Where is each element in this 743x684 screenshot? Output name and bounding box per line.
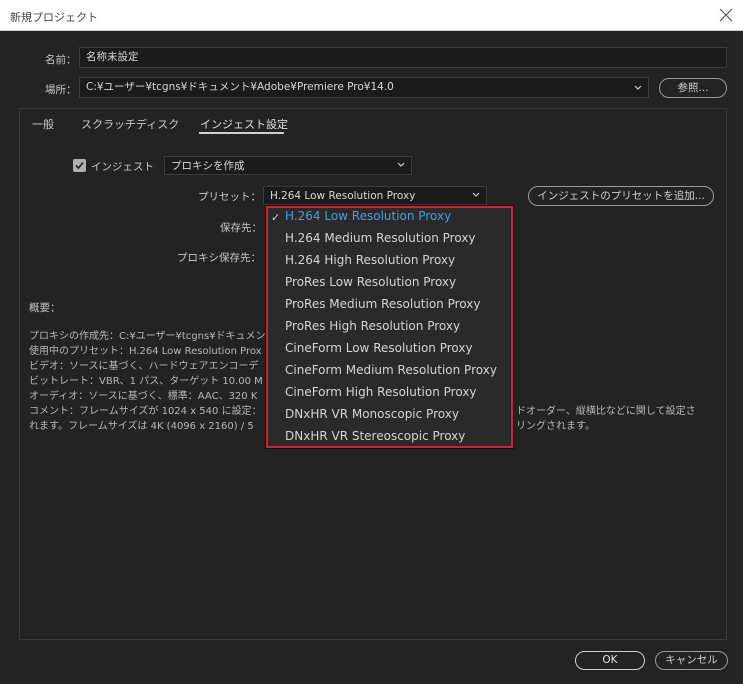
tab-active-indicator [199, 132, 284, 134]
preset-select[interactable]: H.264 Low Resolution Proxy [263, 186, 487, 205]
preset-option[interactable]: ProRes Medium Resolution Proxy [285, 297, 480, 311]
summary-line: れます。フレームサイズは 4K (4096 x 2160) / 5 [29, 421, 254, 432]
preset-option[interactable]: CineForm Medium Resolution Proxy [285, 363, 497, 377]
preset-option[interactable]: ProRes Low Resolution Proxy [285, 275, 456, 289]
checkmark-icon [75, 161, 84, 170]
preset-option[interactable]: ProRes High Resolution Proxy [285, 319, 460, 333]
close-icon[interactable] [717, 6, 735, 24]
proxy-destination-label: プロキシ保存先： [177, 252, 261, 264]
ok-button[interactable]: OK [575, 651, 645, 670]
tab-scratch-disks[interactable]: スクラッチディスク [81, 116, 179, 132]
name-input[interactable]: 名称未設定 [79, 47, 727, 68]
location-value: C:¥ユーザー¥tcgns¥ドキュメント¥Adobe¥Premiere Pro¥… [86, 81, 394, 93]
summary-line: ビットレート：VBR、1 パス、ターゲット 10.00 M [29, 376, 263, 387]
checkmark-icon: ✓ [271, 211, 281, 224]
preset-option[interactable]: CineForm Low Resolution Proxy [285, 341, 473, 355]
summary-line: プロキシの作成先：C:¥ユーザー¥tcgns¥ドキュメン [29, 331, 266, 342]
ingest-checkbox[interactable] [73, 159, 86, 172]
summary-line: 使用中のプリセット：H.264 Low Resolution Prox [29, 346, 262, 357]
preset-dropdown-menu: ✓ H.264 Low Resolution Proxy H.264 Mediu… [266, 206, 513, 448]
preset-option[interactable]: DNxHR VR Stereoscopic Proxy [285, 429, 465, 443]
destination-label: 保存先： [220, 222, 262, 234]
browse-button[interactable]: 参照... [659, 78, 727, 98]
ingest-action-value: プロキシを作成 [171, 160, 245, 172]
preset-value: H.264 Low Resolution Proxy [270, 190, 416, 202]
tab-general[interactable]: 一般 [32, 116, 54, 132]
chevron-down-icon [634, 85, 642, 90]
summary-line: オーディオ：ソースに基づく、標準：AAC、320 K [29, 391, 258, 402]
ingest-checkbox-label: インジェスト [91, 161, 154, 173]
cancel-button[interactable]: キャンセル [655, 651, 728, 670]
chevron-down-icon [472, 192, 480, 197]
chevron-down-icon [397, 162, 405, 167]
name-label: 名前： [45, 54, 77, 66]
location-select[interactable]: C:¥ユーザー¥tcgns¥ドキュメント¥Adobe¥Premiere Pro¥… [79, 77, 649, 98]
preset-option[interactable]: H.264 High Resolution Proxy [285, 253, 455, 267]
location-label: 場所： [45, 84, 77, 96]
tab-ingest-settings[interactable]: インジェスト設定 [200, 116, 288, 132]
summary-line-fragment: ドオーダー、縦横比などに関して設定さ [516, 406, 696, 417]
summary-line: コメント：フレームサイズが 1024 x 540 に設定： [29, 406, 262, 417]
add-ingest-preset-button[interactable]: インジェストのプリセットを追加... [528, 186, 714, 206]
preset-option[interactable]: H.264 Medium Resolution Proxy [285, 231, 476, 245]
preset-option[interactable]: CineForm High Resolution Proxy [285, 385, 477, 399]
preset-option[interactable]: H.264 Low Resolution Proxy [285, 209, 451, 223]
summary-line-fragment: リングされます。 [516, 421, 595, 432]
window-title: 新規プロジェクト [10, 11, 98, 24]
summary-line: ビデオ：ソースに基づく、ハードウェアエンコーデ [29, 361, 259, 372]
ingest-action-select[interactable]: プロキシを作成 [164, 156, 412, 175]
preset-label: プリセット： [198, 191, 261, 203]
title-bar: 新規プロジェクト [0, 0, 743, 31]
preset-option[interactable]: DNxHR VR Monoscopic Proxy [285, 407, 459, 421]
summary-heading: 概要： [29, 302, 61, 314]
